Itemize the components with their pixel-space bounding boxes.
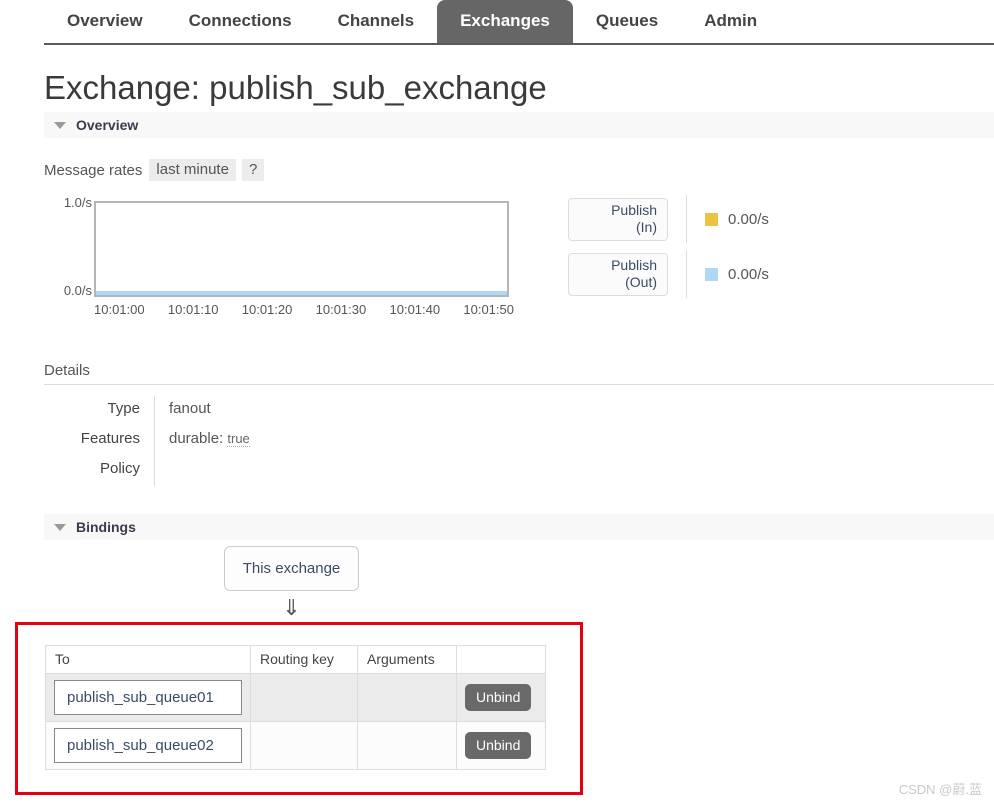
legend-value-publish-out: 0.00/s (728, 265, 769, 283)
details-row-type: Type fanout (44, 396, 544, 426)
chart-xtick: 10:01:40 (389, 302, 441, 317)
tab-overview[interactable]: Overview (44, 0, 166, 43)
table-row: publish_sub_queue02 Unbind (45, 721, 546, 770)
chart-xaxis-ticks: 10:01:00 10:01:10 10:01:20 10:01:30 10:0… (94, 302, 514, 317)
help-icon[interactable]: ? (241, 159, 265, 181)
queue-link-publish-sub-queue02[interactable]: publish_sub_queue02 (54, 728, 242, 763)
feature-name: durable: (169, 430, 224, 447)
chart-ytick-max: 1.0/s (63, 195, 92, 210)
details-key-features: Features (80, 430, 140, 447)
chart-xtick: 10:01:00 (94, 302, 145, 317)
legend-button-publish-out[interactable]: Publish (Out) (568, 252, 668, 296)
details-row-policy: Policy (44, 456, 544, 486)
details-row-features: Features durable: true (44, 426, 544, 456)
cell-action: Unbind (456, 673, 546, 722)
main-navigation-bar: Overview Connections Channels Exchanges … (0, 0, 994, 45)
page-title: Exchange: publish_sub_exchange (44, 69, 547, 106)
cell-routing-key (250, 673, 358, 722)
table-row: publish_sub_queue01 Unbind (45, 673, 546, 722)
nav-tab-list: Overview Connections Channels Exchanges … (44, 0, 780, 43)
column-header-actions (456, 645, 546, 674)
legend-label-line2: (Out) (625, 273, 657, 290)
feature-value: true (227, 431, 250, 447)
unbind-button[interactable]: Unbind (465, 732, 532, 759)
chart-xtick: 10:01:20 (241, 302, 293, 317)
section-header-overview[interactable]: Overview (44, 112, 994, 138)
section-title-bindings: Bindings (76, 519, 136, 535)
nav-underline-rule (44, 43, 994, 45)
column-header-to[interactable]: To (45, 645, 251, 674)
chart-ytick-min: 0.0/s (63, 283, 92, 298)
table-header-row: To Routing key Arguments (45, 645, 546, 674)
details-value-policy (154, 456, 544, 486)
legend-swatch-publish-in (705, 212, 718, 226)
legend-label-line2: (In) (636, 218, 657, 235)
caret-down-icon (54, 121, 66, 129)
watermark: CSDN @蔚.蓝 (898, 782, 982, 797)
details-key-type: Type (107, 400, 140, 417)
unbind-button[interactable]: Unbind (465, 684, 532, 711)
column-header-arguments[interactable]: Arguments (357, 645, 457, 674)
cell-action: Unbind (456, 721, 546, 770)
chart-legend: Publish (In) 0.00/s Publish (Out) 0.00/s (568, 195, 838, 308)
legend-label-line1: Publish (611, 256, 657, 273)
message-rates-label: Message rates (44, 161, 143, 179)
bindings-table-head: To Routing key Arguments (45, 645, 546, 674)
legend-divider (686, 195, 687, 243)
section-header-bindings[interactable]: Bindings (44, 514, 994, 540)
tab-admin[interactable]: Admin (681, 0, 780, 43)
legend-row-publish-out: Publish (Out) 0.00/s (568, 250, 838, 298)
legend-row-publish-in: Publish (In) 0.00/s (568, 195, 838, 243)
details-value-features: durable: true (154, 426, 544, 456)
cell-routing-key (250, 721, 358, 770)
message-rates-chart: 1.0/s 0.0/s 10:01:00 10:01:10 10:01:20 1… (44, 195, 554, 325)
down-arrow-icon: ⇓ (282, 595, 301, 620)
details-label: Details (44, 362, 994, 385)
bindings-table-body: publish_sub_queue01 Unbind publish_sub_q… (45, 673, 546, 770)
tab-connections[interactable]: Connections (166, 0, 315, 43)
cell-to: publish_sub_queue01 (45, 673, 251, 722)
caret-down-icon (54, 523, 66, 531)
chart-xtick: 10:01:30 (315, 302, 367, 317)
column-header-routing-key[interactable]: Routing key (250, 645, 358, 674)
bindings-table: To Routing key Arguments publish_sub_que… (45, 645, 546, 770)
cell-to: publish_sub_queue02 (45, 721, 251, 770)
legend-swatch-publish-out (705, 267, 718, 281)
chart-xtick: 10:01:50 (463, 302, 514, 317)
cell-arguments (357, 721, 457, 770)
tab-channels[interactable]: Channels (315, 0, 438, 43)
details-table: Type fanout Features durable: true Polic… (44, 396, 544, 486)
legend-divider (686, 250, 687, 298)
tab-queues[interactable]: Queues (573, 0, 681, 43)
tab-exchanges[interactable]: Exchanges (437, 0, 573, 43)
legend-value-publish-in: 0.00/s (728, 210, 769, 228)
queue-link-publish-sub-queue01[interactable]: publish_sub_queue01 (54, 680, 242, 715)
message-rates-controls: Message rates last minute ? (44, 159, 265, 181)
details-key-policy: Policy (99, 460, 140, 477)
cell-arguments (357, 673, 457, 722)
chart-plot-area (94, 201, 509, 297)
rate-period-selector[interactable]: last minute (149, 159, 236, 181)
this-exchange-box[interactable]: This exchange (224, 546, 359, 591)
chart-xtick: 10:01:10 (167, 302, 219, 317)
legend-button-publish-in[interactable]: Publish (In) (568, 197, 668, 241)
section-title-overview: Overview (76, 117, 139, 133)
chart-series-publish-out (96, 291, 507, 295)
legend-label-line1: Publish (611, 201, 657, 218)
details-value-type: fanout (154, 396, 544, 426)
